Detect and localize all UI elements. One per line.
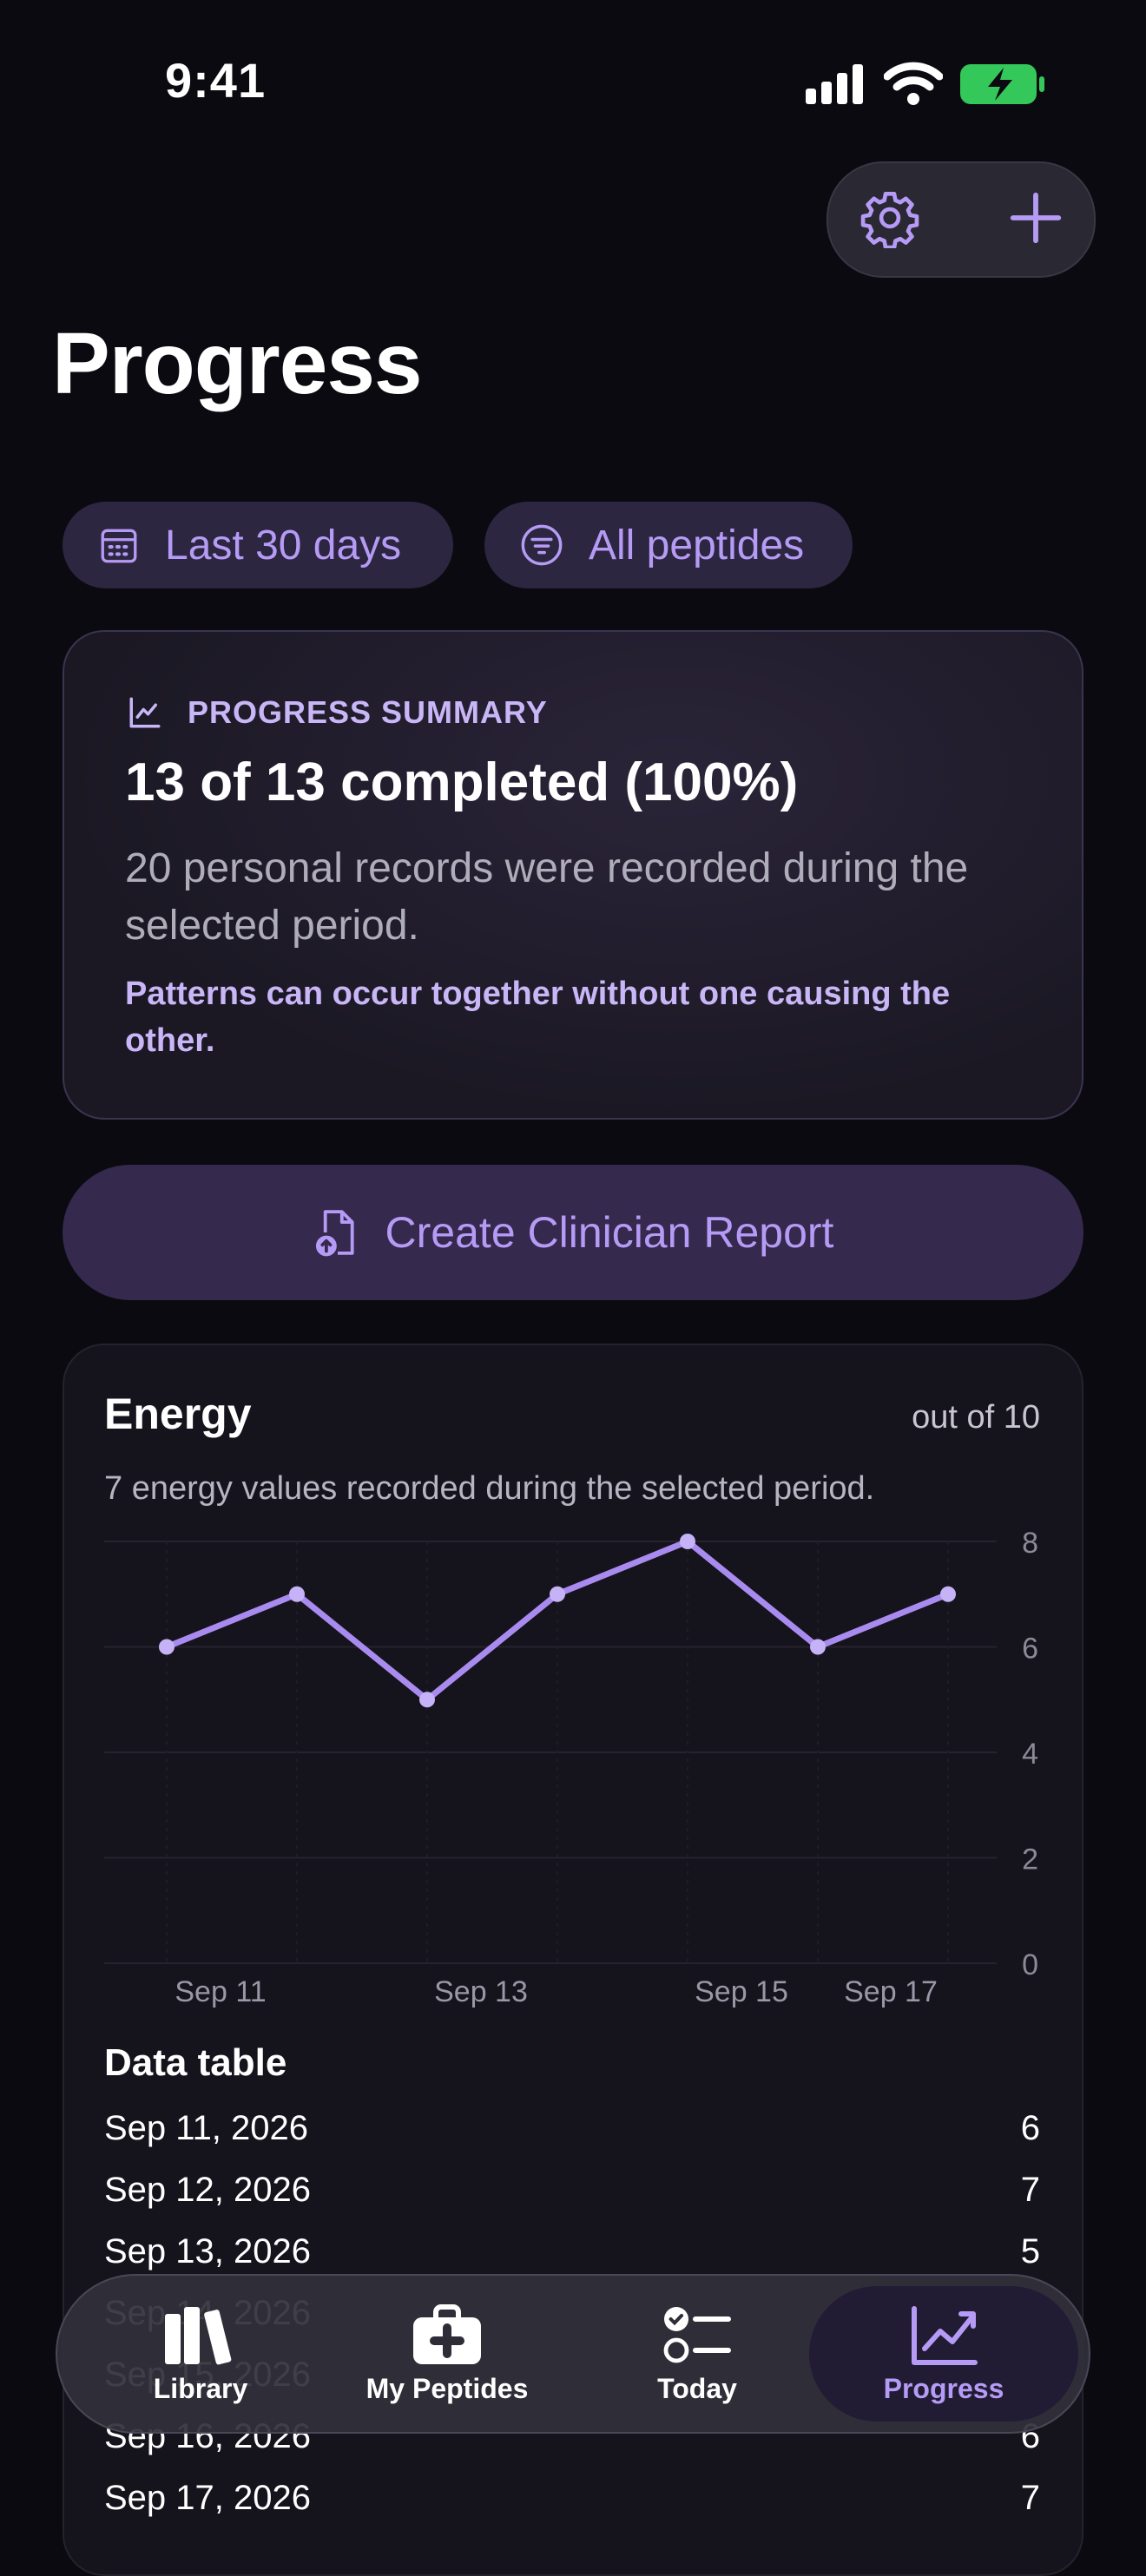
- tab-library-label: Library: [153, 2373, 248, 2404]
- tab-progress-label: Progress: [883, 2373, 1004, 2404]
- table-row: Sep 11, 2026 6: [104, 2109, 1040, 2170]
- data-point: [419, 1692, 435, 1708]
- data-table-title: Data table: [104, 2041, 287, 2084]
- data-point: [810, 1639, 826, 1655]
- row-value: 6: [1020, 2109, 1040, 2147]
- y-tick-label: 6: [1022, 1633, 1038, 1666]
- tab-my-peptides-label: My Peptides: [366, 2373, 529, 2404]
- tab-my-peptides[interactable]: My Peptides: [330, 2286, 564, 2422]
- data-point: [550, 1586, 565, 1602]
- y-tick-label: 8: [1022, 1527, 1038, 1560]
- x-tick-label: Sep 11: [175, 1975, 266, 2008]
- y-tick-label: 4: [1022, 1738, 1038, 1771]
- y-tick-label: 2: [1022, 1843, 1038, 1876]
- x-tick-label: Sep 13: [434, 1975, 528, 2008]
- checklist-icon: [663, 2307, 731, 2363]
- tab-today-label: Today: [657, 2373, 737, 2404]
- row-date: Sep 11, 2026: [104, 2109, 309, 2147]
- table-row: Sep 17, 2026 7: [104, 2479, 1040, 2540]
- y-tick-label: 0: [1022, 1948, 1038, 1981]
- energy-line-chart: 0 2 4 6 8 Sep 11 Sep 13 Sep 15 Sep 17: [104, 1527, 1038, 2008]
- table-row: Sep 12, 2026 7: [104, 2171, 1040, 2231]
- row-date: Sep 17, 2026: [104, 2479, 311, 2517]
- chart-line-icon: [912, 2306, 978, 2365]
- books-icon: [165, 2307, 232, 2365]
- data-point: [940, 1586, 956, 1602]
- data-point: [680, 1534, 695, 1549]
- row-value: 7: [1020, 2171, 1040, 2209]
- x-tick-label: Sep 17: [844, 1975, 938, 2008]
- tab-library[interactable]: Library: [83, 2286, 318, 2422]
- x-tick-label: Sep 15: [695, 1975, 788, 2008]
- data-point: [289, 1586, 305, 1602]
- tab-today[interactable]: Today: [580, 2286, 814, 2422]
- row-date: Sep 12, 2026: [104, 2171, 311, 2209]
- tab-progress[interactable]: Progress: [827, 2286, 1061, 2422]
- data-point: [159, 1639, 175, 1655]
- medkit-icon: [413, 2304, 481, 2364]
- row-value: 7: [1020, 2479, 1040, 2517]
